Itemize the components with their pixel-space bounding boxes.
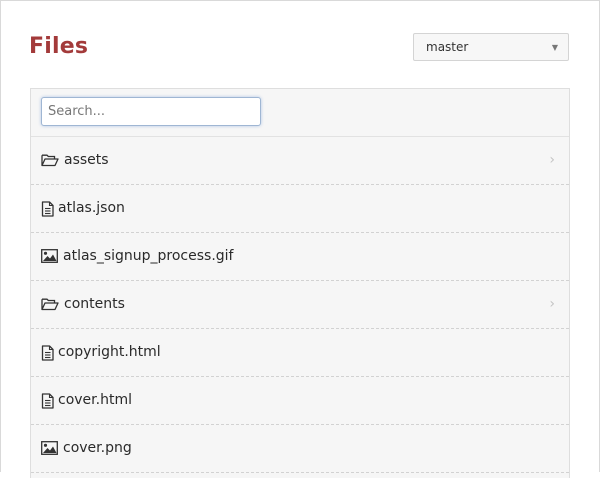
file-name: assets [64,152,109,168]
file-text-icon [41,201,59,217]
file-text-icon [41,393,59,409]
search-row [31,89,569,137]
folder-open-icon [41,297,59,313]
file-list: assets › atlas.json atlas_signup_process… [31,137,569,473]
list-item[interactable]: cover.html [31,377,569,425]
list-item[interactable]: contents › [31,281,569,329]
file-name: cover.html [58,392,132,408]
file-name: atlas_signup_process.gif [63,248,234,264]
file-name: cover.png [63,440,132,456]
search-input[interactable] [41,97,261,126]
image-icon [41,249,59,265]
branch-select[interactable]: master ▼ [413,33,569,61]
page-title: Files [29,34,89,59]
caret-down-icon: ▼ [551,43,558,52]
chevron-right-icon: › [549,152,555,168]
file-name: contents [64,296,125,312]
list-item[interactable]: atlas_signup_process.gif [31,233,569,281]
file-name: atlas.json [58,200,125,216]
file-text-icon [41,345,59,361]
file-name: copyright.html [58,344,161,360]
file-browser-panel: assets › atlas.json atlas_signup_process… [30,88,570,478]
image-icon [41,441,59,457]
folder-open-icon [41,153,59,169]
chevron-right-icon: › [549,296,555,312]
list-item[interactable]: copyright.html [31,329,569,377]
branch-select-value: master [426,40,469,54]
list-item[interactable]: assets › [31,137,569,185]
list-item[interactable]: atlas.json [31,185,569,233]
list-item[interactable]: cover.png [31,425,569,473]
